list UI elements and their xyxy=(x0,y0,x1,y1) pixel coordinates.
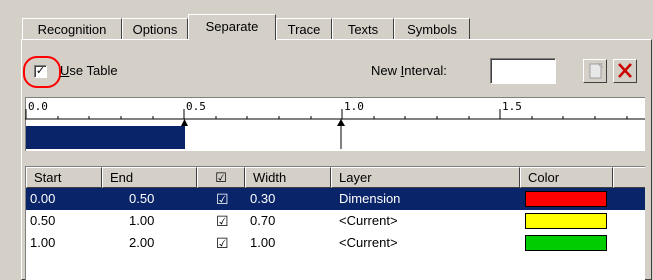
tab-label: Recognition xyxy=(37,22,107,37)
tab-label: Trace xyxy=(287,22,321,37)
new-interval-button[interactable] xyxy=(583,59,607,83)
cell-end: 1.00 xyxy=(129,213,155,228)
tab-texts[interactable]: Texts xyxy=(332,18,394,40)
tab-label: Texts xyxy=(347,22,379,37)
cell-layer: <Current> xyxy=(339,213,398,228)
cell-start: 0.50 xyxy=(30,213,56,228)
cell-start: 1.00 xyxy=(30,235,56,250)
cell-end: 2.00 xyxy=(129,235,155,250)
tab-separate[interactable]: Separate xyxy=(188,14,276,40)
color-swatch[interactable] xyxy=(525,191,607,207)
tab-label: Options xyxy=(132,22,178,37)
column-header-color[interactable]: Color xyxy=(520,167,613,188)
cell-layer: Dimension xyxy=(339,191,401,206)
tab-label: Separate xyxy=(205,19,259,34)
highlight-circle xyxy=(23,56,61,88)
column-header-layer[interactable]: Layer xyxy=(331,167,520,188)
tab-symbols[interactable]: Symbols xyxy=(394,18,470,40)
cell-width: 0.70 xyxy=(250,213,276,228)
interval-table[interactable]: Start End ☑ Width Layer Color 0.00 0.50 … xyxy=(25,166,645,280)
use-table-text: Use Table xyxy=(60,63,118,78)
delete-x-icon xyxy=(618,63,632,78)
color-swatch[interactable] xyxy=(525,235,607,251)
cell-width: 0.30 xyxy=(250,191,276,206)
cell-enabled-checkbox[interactable]: ☑ xyxy=(216,232,229,254)
interval-ruler[interactable]: 0.0 0.5 1.0 1.5 xyxy=(25,97,645,151)
new-interval-label: New Interval: xyxy=(371,63,447,78)
cell-enabled-checkbox[interactable]: ☑ xyxy=(216,188,229,210)
cell-layer: <Current> xyxy=(339,235,398,250)
tab-trace[interactable]: Trace xyxy=(276,18,332,40)
column-header-end[interactable]: End xyxy=(102,167,197,188)
cell-enabled-checkbox[interactable]: ☑ xyxy=(216,210,229,232)
column-header-filler xyxy=(613,167,645,188)
cell-start: 0.00 xyxy=(30,191,56,206)
tab-recognition[interactable]: Recognition xyxy=(22,18,122,40)
marker-1-0-icon[interactable] xyxy=(337,119,345,126)
new-document-icon xyxy=(589,62,603,79)
cell-end: 0.50 xyxy=(129,191,155,206)
column-header-start[interactable]: Start xyxy=(26,167,102,188)
table-row[interactable]: 0.50 1.00 ☑ 0.70 <Current> xyxy=(26,210,645,232)
column-header-enabled[interactable]: ☑ xyxy=(197,167,245,188)
marker-0-5-icon[interactable] xyxy=(181,119,188,126)
tab-options[interactable]: Options xyxy=(122,18,188,40)
cell-width: 1.00 xyxy=(250,235,276,250)
tab-label: Symbols xyxy=(407,22,457,37)
column-header-width[interactable]: Width xyxy=(245,167,331,188)
delete-interval-button[interactable] xyxy=(613,59,637,83)
ruler-scale xyxy=(25,109,645,149)
color-swatch[interactable] xyxy=(525,213,607,229)
new-interval-input[interactable] xyxy=(490,58,556,84)
selected-range-bar[interactable] xyxy=(26,126,185,149)
active-tab-joint xyxy=(189,38,275,40)
use-table-label[interactable]: Use Table xyxy=(60,63,118,78)
table-row[interactable]: 1.00 2.00 ☑ 1.00 <Current> xyxy=(26,232,645,254)
table-row[interactable]: 0.00 0.50 ☑ 0.30 Dimension xyxy=(26,188,645,210)
